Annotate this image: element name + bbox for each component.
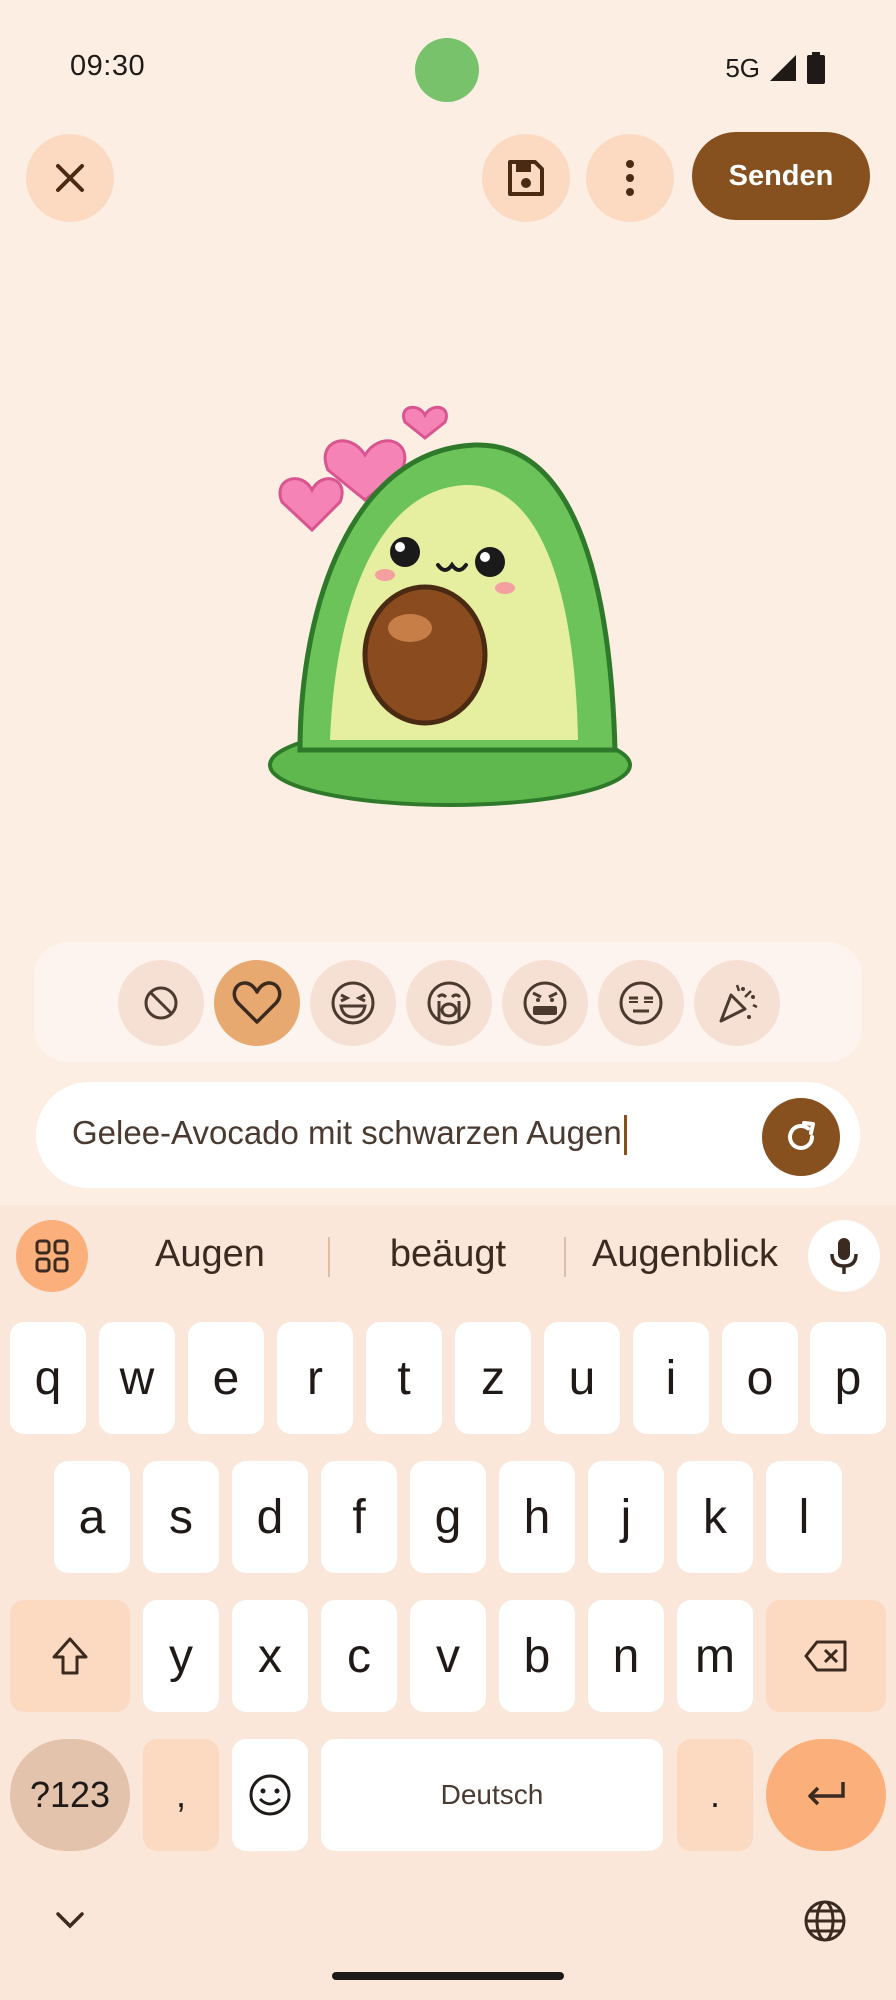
regenerate-button[interactable] [762, 1098, 840, 1176]
space-key[interactable]: Deutsch [321, 1739, 663, 1851]
voice-input-button[interactable] [808, 1220, 880, 1292]
network-type: 5G [725, 52, 760, 83]
close-icon [56, 164, 84, 192]
send-button[interactable]: Senden [692, 132, 870, 220]
key-t[interactable]: t [366, 1322, 442, 1434]
unamused-face-icon [619, 981, 663, 1025]
key-i[interactable]: i [633, 1322, 709, 1434]
prompt-text-wrapper: Gelee-Avocado mit schwarzen Augen [72, 1114, 627, 1156]
suggestion-divider [564, 1237, 566, 1277]
key-m[interactable]: m [677, 1600, 753, 1712]
navigation-bar [0, 1880, 896, 2000]
camera-cutout [415, 38, 479, 102]
key-u[interactable]: u [544, 1322, 620, 1434]
key-s[interactable]: s [143, 1461, 219, 1573]
crying-face-icon [427, 981, 471, 1025]
key-l[interactable]: l [766, 1461, 842, 1573]
backspace-key[interactable] [766, 1600, 886, 1712]
key-r[interactable]: r [277, 1322, 353, 1434]
key-p[interactable]: p [810, 1322, 886, 1434]
period-key[interactable]: . [677, 1739, 753, 1851]
signal-icon [770, 55, 796, 81]
enter-icon [808, 1782, 845, 1806]
battery-icon [807, 52, 825, 84]
top-bar: Senden [0, 132, 896, 222]
emotion-laughing-button[interactable] [310, 960, 396, 1046]
suggestion-1[interactable]: Augen [110, 1233, 310, 1276]
emotion-angry-button[interactable] [502, 960, 588, 1046]
status-bar: 09:30 5G [0, 0, 896, 140]
key-e[interactable]: e [188, 1322, 264, 1434]
suggestion-2[interactable]: beäugt [348, 1233, 548, 1276]
emotion-crying-button[interactable] [406, 960, 492, 1046]
emotion-none-button[interactable] [118, 960, 204, 1046]
suggestion-divider [328, 1237, 330, 1277]
shift-icon [52, 1637, 88, 1675]
key-f[interactable]: f [321, 1461, 397, 1573]
key-o[interactable]: o [722, 1322, 798, 1434]
more-options-button[interactable] [586, 134, 674, 222]
heart-icon [402, 405, 448, 440]
key-y[interactable]: y [143, 1600, 219, 1712]
backspace-icon [804, 1640, 847, 1672]
globe-icon[interactable] [802, 1898, 848, 1944]
hide-keyboard-icon[interactable] [54, 1910, 86, 1930]
prompt-text: Gelee-Avocado mit schwarzen Augen [72, 1114, 622, 1151]
home-indicator[interactable] [332, 1972, 564, 1980]
smiley-icon [249, 1774, 291, 1816]
key-v[interactable]: v [410, 1600, 486, 1712]
save-icon [508, 160, 544, 196]
emotion-unamused-button[interactable] [598, 960, 684, 1046]
symbols-key[interactable]: ?123 [10, 1739, 130, 1851]
party-popper-icon [719, 984, 758, 1023]
save-button[interactable] [482, 134, 570, 222]
shift-key[interactable] [10, 1600, 130, 1712]
microphone-icon [830, 1238, 858, 1274]
key-a[interactable]: a [54, 1461, 130, 1573]
enter-key[interactable] [766, 1739, 886, 1851]
prompt-input[interactable]: Gelee-Avocado mit schwarzen Augen [36, 1082, 860, 1188]
suggestion-bar: Augen beäugt Augenblick [0, 1205, 896, 1305]
emotion-picker [34, 942, 862, 1062]
text-cursor [623, 1115, 627, 1156]
laughing-face-icon [331, 981, 375, 1025]
key-x[interactable]: x [232, 1600, 308, 1712]
heart-icon [278, 477, 344, 533]
emoji-key[interactable] [232, 1739, 308, 1851]
key-c[interactable]: c [321, 1600, 397, 1712]
key-w[interactable]: w [99, 1322, 175, 1434]
key-q[interactable]: q [10, 1322, 86, 1434]
key-n[interactable]: n [588, 1600, 664, 1712]
angry-face-icon [523, 981, 567, 1025]
block-icon [144, 986, 178, 1020]
status-time: 09:30 [70, 50, 146, 82]
grid-icon [35, 1239, 69, 1273]
more-vert-icon [626, 160, 634, 196]
key-z[interactable]: z [455, 1322, 531, 1434]
refresh-icon [788, 1121, 815, 1150]
close-button[interactable] [26, 134, 114, 222]
status-icons: 5G [725, 52, 826, 84]
keyboard-apps-button[interactable] [16, 1220, 88, 1292]
key-h[interactable]: h [499, 1461, 575, 1573]
suggestion-3[interactable]: Augenblick [580, 1233, 790, 1276]
generated-sticker [240, 370, 660, 820]
heart-outline-icon [232, 981, 282, 1024]
key-g[interactable]: g [410, 1461, 486, 1573]
emotion-party-button[interactable] [694, 960, 780, 1046]
key-d[interactable]: d [232, 1461, 308, 1573]
key-j[interactable]: j [588, 1461, 664, 1573]
key-b[interactable]: b [499, 1600, 575, 1712]
key-k[interactable]: k [677, 1461, 753, 1573]
emotion-love-button[interactable] [214, 960, 300, 1046]
comma-key[interactable]: , [143, 1739, 219, 1851]
avocado-sticker-image [268, 405, 632, 807]
